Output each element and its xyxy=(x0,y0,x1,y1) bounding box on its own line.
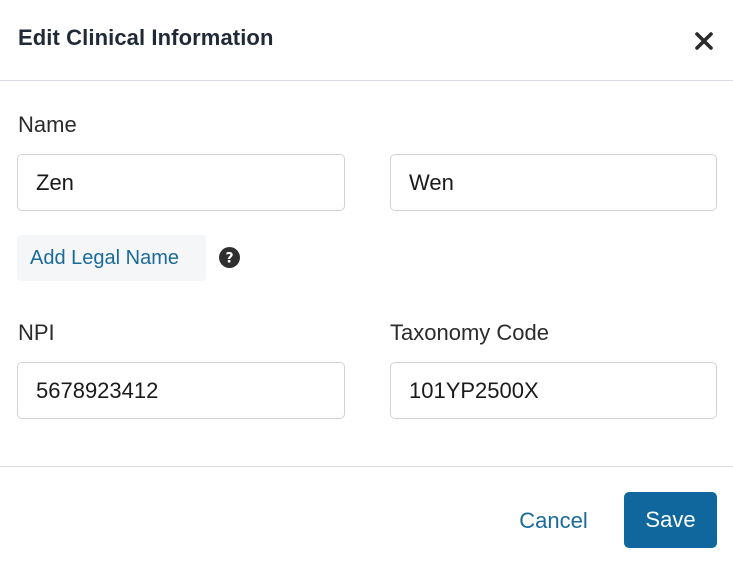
cancel-button[interactable]: Cancel xyxy=(503,493,604,548)
npi-input[interactable] xyxy=(17,362,345,419)
footer-divider xyxy=(0,466,733,467)
dialog-header: Edit Clinical Information xyxy=(0,0,733,81)
edit-clinical-info-dialog: Edit Clinical Information Name Add Legal… xyxy=(0,0,733,566)
last-name-input[interactable] xyxy=(390,154,717,211)
taxonomy-code-label: Taxonomy Code xyxy=(390,320,549,345)
name-label: Name xyxy=(18,112,77,137)
close-button[interactable] xyxy=(692,29,716,53)
add-legal-name-label: Add Legal Name xyxy=(30,246,179,269)
add-legal-name-button[interactable]: Add Legal Name xyxy=(17,235,206,281)
close-icon xyxy=(695,32,713,50)
npi-label: NPI xyxy=(18,320,55,345)
dialog-title: Edit Clinical Information xyxy=(18,25,274,50)
question-circle-icon[interactable]: ? xyxy=(219,247,240,268)
save-button[interactable]: Save xyxy=(624,492,717,548)
taxonomy-code-input[interactable] xyxy=(390,362,717,419)
svg-text:?: ? xyxy=(225,251,233,267)
first-name-input[interactable] xyxy=(17,154,345,211)
